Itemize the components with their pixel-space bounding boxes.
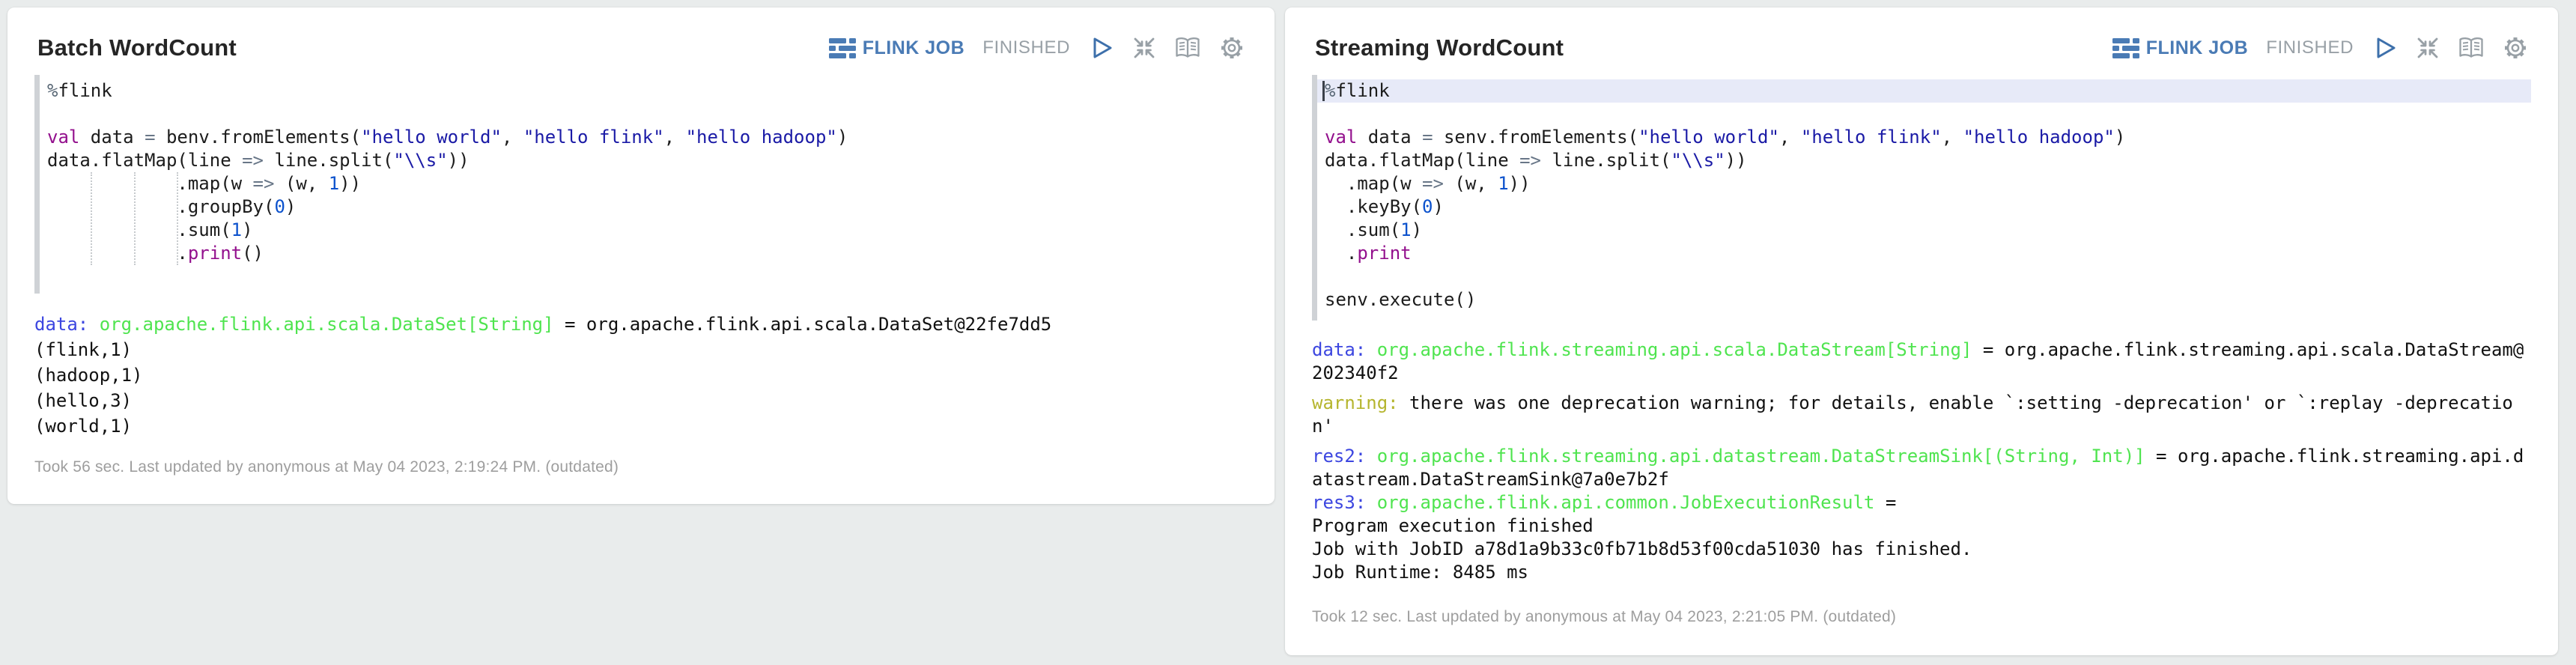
paragraph-controls: FLINK JOB FINISHED — [829, 35, 1245, 61]
paragraph-status-badge: FINISHED — [2266, 37, 2354, 58]
paragraph-title: Batch WordCount — [37, 34, 237, 61]
flink-job-label: FLINK JOB — [863, 37, 965, 59]
paragraph-settings-button[interactable] — [1219, 35, 1245, 61]
output-line: warning: there was one deprecation warni… — [1312, 392, 2531, 438]
paragraph-status-badge: FINISHED — [982, 37, 1070, 58]
zeppelin-notebook-canvas: Batch WordCount FLINK JOB FINISHED — [0, 0, 2576, 665]
output-line: data: org.apache.flink.api.scala.DataSet… — [34, 312, 1248, 337]
code-line[interactable]: .sum(1) — [1317, 219, 2531, 242]
play-icon — [2375, 36, 2398, 60]
show-editor-button[interactable] — [1174, 37, 1201, 60]
code-line[interactable]: .print — [1317, 242, 2531, 265]
paragraph-title: Streaming WordCount — [1315, 34, 1564, 61]
code-line[interactable] — [1317, 103, 2531, 126]
play-icon — [1091, 36, 1114, 60]
code-line[interactable]: %flink — [40, 79, 1248, 103]
gear-icon — [1219, 35, 1245, 61]
code-line[interactable] — [40, 103, 1248, 126]
output-line: (hadoop,1) — [34, 362, 1248, 388]
book-icon — [1174, 37, 1201, 60]
run-paragraph-button[interactable] — [2375, 36, 2398, 60]
flink-job-icon — [2112, 37, 2139, 59]
text-cursor — [1322, 81, 1325, 101]
book-icon — [2458, 37, 2485, 60]
paragraph-footer: Took 56 sec. Last updated by anonymous a… — [34, 458, 1248, 476]
code-line[interactable]: .map(w => (w, 1)) — [40, 172, 1248, 195]
output-line: Job Runtime: 8485 ms — [1312, 561, 2531, 584]
output-line: (world,1) — [34, 413, 1248, 439]
show-editor-button[interactable] — [2458, 37, 2485, 60]
output-line: (flink,1) — [34, 337, 1248, 362]
code-line[interactable]: .sum(1) — [40, 219, 1248, 242]
paragraph-batch-wordcount: Batch WordCount FLINK JOB FINISHED — [7, 7, 1275, 504]
code-line[interactable]: data.flatMap(line => line.split("\\s")) — [1317, 149, 2531, 172]
flink-job-label: FLINK JOB — [2146, 37, 2248, 59]
output-line: Program execution finished — [1312, 514, 2531, 538]
flink-job-icon — [829, 37, 856, 59]
paragraph-output: data: org.apache.flink.api.scala.DataSet… — [34, 312, 1248, 439]
code-line[interactable] — [1317, 265, 2531, 288]
code-line[interactable]: val data = benv.fromElements("hello worl… — [40, 126, 1248, 149]
code-line[interactable]: %flink — [1317, 79, 2531, 103]
paragraph-settings-button[interactable] — [2503, 35, 2528, 61]
output-line: res3: org.apache.flink.api.common.JobExe… — [1312, 491, 2531, 514]
paragraph-controls: FLINK JOB FINISHED — [2112, 35, 2528, 61]
code-line[interactable]: .map(w => (w, 1)) — [1317, 172, 2531, 195]
code-line[interactable]: senv.execute() — [1317, 288, 2531, 312]
code-editor[interactable]: %flink val data = benv.fromElements("hel… — [34, 75, 1248, 294]
paragraph-header: Batch WordCount FLINK JOB FINISHED — [37, 33, 1245, 63]
code-line[interactable]: .groupBy(0) — [40, 195, 1248, 219]
output-line: (hello,3) — [34, 388, 1248, 413]
code-line[interactable]: data.flatMap(line => line.split("\\s")) — [40, 149, 1248, 172]
collapse-icon — [1132, 36, 1156, 60]
output-line: data: org.apache.flink.streaming.api.sca… — [1312, 338, 2531, 385]
collapse-output-button[interactable] — [2416, 36, 2440, 60]
output-line: Job with JobID a78d1a9b33c0fb71b8d53f00c… — [1312, 538, 2531, 561]
paragraph-streaming-wordcount: Streaming WordCount FLINK JOB FINISHED — [1285, 7, 2558, 655]
paragraph-header: Streaming WordCount FLINK JOB FINISHED — [1315, 33, 2528, 63]
code-line[interactable]: .keyBy(0) — [1317, 195, 2531, 219]
code-line[interactable]: val data = senv.fromElements("hello worl… — [1317, 126, 2531, 149]
flink-job-link[interactable]: FLINK JOB — [829, 37, 965, 59]
run-paragraph-button[interactable] — [1091, 36, 1114, 60]
code-editor[interactable]: %flink val data = senv.fromElements("hel… — [1312, 75, 2531, 321]
collapse-icon — [2416, 36, 2440, 60]
code-line[interactable]: .print() — [40, 242, 1248, 265]
output-line: res2: org.apache.flink.streaming.api.dat… — [1312, 445, 2531, 491]
flink-job-link[interactable]: FLINK JOB — [2112, 37, 2248, 59]
collapse-output-button[interactable] — [1132, 36, 1156, 60]
paragraph-output: data: org.apache.flink.streaming.api.sca… — [1312, 338, 2531, 584]
paragraph-footer: Took 12 sec. Last updated by anonymous a… — [1312, 608, 2531, 626]
gear-icon — [2503, 35, 2528, 61]
